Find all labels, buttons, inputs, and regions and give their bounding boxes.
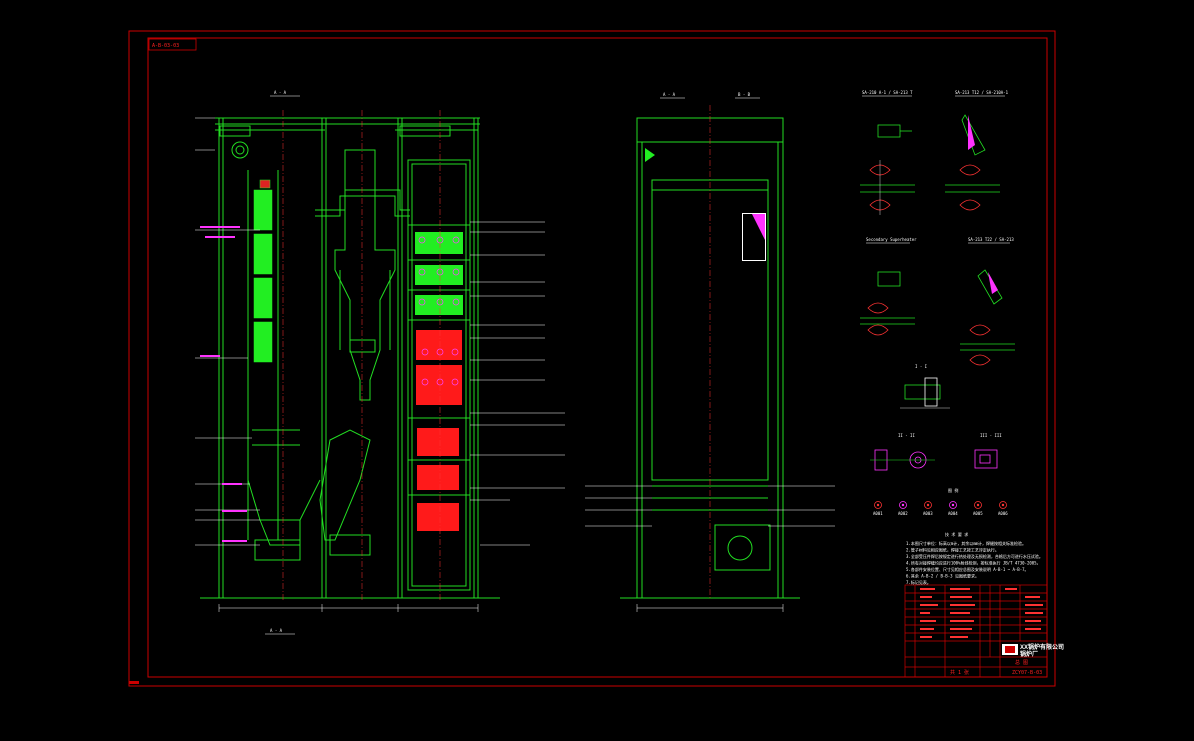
waterwall-panel [253,179,273,363]
boiler-side-section: A - A B - B [585,92,835,612]
legend-label: A001 [873,511,883,516]
detail-5: I - I [900,364,950,409]
detail-6: II - II [870,433,935,471]
note-line: 2.管子材料见相应图纸，焊接工艺按工艺评定执行。 [906,547,999,553]
cad-drawing-canvas: A-B-03-03 A - A A - A A - A B - B SA-210… [128,30,1064,687]
legend-item: A006 [998,501,1008,516]
detail-2: SA-213 T12 / SA-210A-1 [945,90,1009,211]
legend-title: 图 例 [948,487,958,493]
detail-1-title: SA-210 A-1 / SA-213 T [862,90,913,95]
title-block: XX锅炉有限公司 锅炉厂 总 图 ZCY07-B-03 共 1 张 [904,584,1064,678]
detail-2-title: SA-213 T12 / SA-210A-1 [955,90,1009,95]
sheet-count: 共 1 张 [950,669,969,676]
legend-label: A003 [923,511,933,516]
detail-1: SA-210 A-1 / SA-213 T [860,90,915,215]
side-a-label: A - A [663,92,676,97]
note-line: 7.标记见表。 [906,579,931,585]
technical-notes: 技 术 要 求 1.本图尺寸单位：标高以m计，其余以mm计，焊缝按相关标准检验。… [906,531,1043,585]
legend-label: A004 [948,511,958,516]
legend-item: A001 [873,501,883,516]
note-line: 5.各部件安装位置、尺寸见相应总图及安装说明 A-B-1 ~ A-B-7。 [906,566,1029,572]
legend-label: A002 [898,511,908,516]
leader-lines-backpass [470,221,565,546]
legend-label: A005 [973,511,983,516]
notes-title: 技 术 要 求 [945,531,968,537]
bottom-view-label: A - A [270,628,283,633]
elevation-marks-left [195,117,260,546]
legend-item: A005 [973,501,983,516]
detail-7-title: III - III [980,433,1002,438]
legend-item: A004 [948,501,958,516]
detail-4-title: SA-213 T22 / SA-213 [968,237,1014,242]
note-line: 1.本图尺寸单位：标高以m计，其余以mm计，焊缝按相关标准检验。 [906,540,1026,546]
company-subname: 锅炉厂 [1020,650,1038,658]
legend: 图 例 A001 A002 A003 A004 A005 A006 [873,487,1008,516]
note-line: 3.全部受压件焊后按规定进行热处理及无损检测，合格后方可进行水压试验。 [906,553,1043,559]
side-b-label: B - B [738,92,751,97]
detail-3-title: Secondary Superheater [866,237,917,242]
detail-views: SA-210 A-1 / SA-213 T SA-213 T12 / SA-21… [860,90,1015,471]
note-line: 6.其余 A-B-2 / B-B-3 见图纸要求。 [906,573,979,579]
drawing-name: 总 图 [1015,659,1028,666]
detail-4: SA-213 T22 / SA-213 [960,237,1015,366]
front-view-label: A - A [274,90,287,95]
detail-6-title: II - II [898,433,915,438]
drawing-number: A-B-03-03 [152,43,179,49]
drawing-code: ZCY07-B-03 [1012,670,1042,676]
detail-7: III - III [974,433,1002,469]
legend-label: A006 [998,511,1008,516]
detail-3: Secondary Superheater [860,237,917,336]
heating-surface-blocks [415,232,463,531]
boiler-front-section: A - A A - A [195,90,565,635]
detail-5-title: I - I [915,364,928,369]
corner-mark [129,681,139,684]
note-line: 4.所有对接焊缝均应进行100%射线检测，按标准执行 JB/T 4730-200… [906,560,1041,566]
legend-item: A002 [898,501,908,516]
drawing-number-box: A-B-03-03 [148,38,197,51]
company-name: XX锅炉有限公司 [1020,643,1064,651]
legend-item: A003 [923,501,933,516]
